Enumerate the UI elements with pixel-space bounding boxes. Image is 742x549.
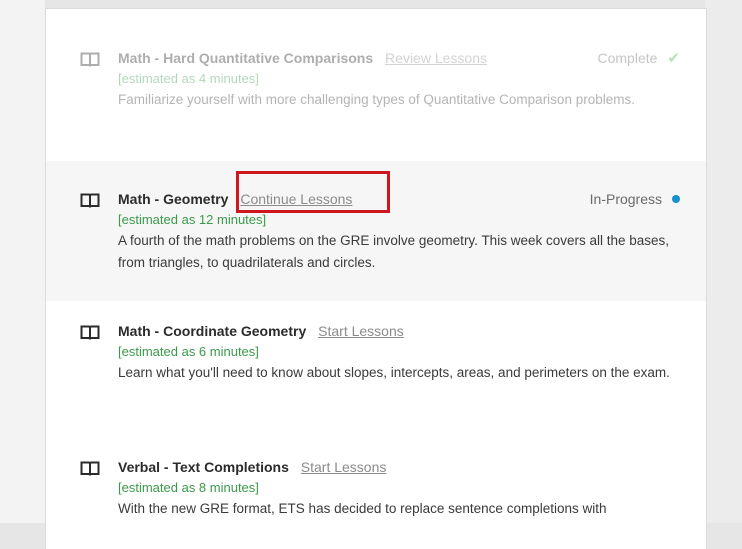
lesson-title: Math - Geometry [118, 191, 229, 207]
lesson-title: Math - Coordinate Geometry [118, 323, 307, 339]
lesson-description: With the new GRE format, ETS has decided… [118, 501, 607, 516]
dot-icon [672, 195, 680, 204]
lesson-estimate: [estimated as 6 minutes] [118, 344, 259, 359]
book-icon [80, 193, 100, 209]
lesson-status: Complete ✔ [598, 46, 681, 71]
lesson-list-panel: Math - Hard Quantitative Comparisons Rev… [45, 8, 707, 549]
left-margin [0, 0, 45, 523]
lesson-item-text-completions: Verbal - Text Completions Start Lessons … [46, 455, 706, 545]
status-label: In-Progress [589, 191, 662, 207]
book-icon [80, 325, 100, 341]
lesson-title-line: Math - Coordinate Geometry Start Lessons [118, 319, 680, 343]
lesson-title: Verbal - Text Completions [118, 459, 289, 475]
lesson-title: Math - Hard Quantitative Comparisons [118, 50, 374, 66]
lesson-description: Learn what you'll need to know about slo… [118, 365, 670, 380]
lesson-status: In-Progress [590, 187, 680, 211]
lesson-item-geometry: Math - Geometry Continue Lessons In-Prog… [46, 161, 706, 301]
lesson-estimate: [estimated as 8 minutes] [118, 480, 259, 495]
status-label: Complete [597, 50, 658, 66]
book-icon [80, 461, 100, 477]
lesson-title-line: Math - Geometry Continue Lessons In-Prog… [118, 187, 680, 211]
lesson-description: Familiarize yourself with more challengi… [118, 92, 635, 107]
start-lessons-link[interactable]: Start Lessons [301, 459, 387, 475]
lesson-item-hard-quantitative-comparisons: Math - Hard Quantitative Comparisons Rev… [46, 46, 706, 156]
continue-lessons-link[interactable]: Continue Lessons [240, 191, 352, 207]
lesson-item-coordinate-geometry: Math - Coordinate Geometry Start Lessons… [46, 319, 706, 429]
checkmark-icon: ✔ [667, 50, 680, 67]
lesson-estimate: [estimated as 4 minutes] [118, 71, 259, 86]
start-lessons-link[interactable]: Start Lessons [318, 323, 404, 339]
lesson-title-line: Verbal - Text Completions Start Lessons [118, 455, 680, 479]
right-margin [705, 0, 742, 523]
lesson-estimate: [estimated as 12 minutes] [118, 212, 267, 227]
review-lessons-link[interactable]: Review Lessons [385, 50, 487, 66]
lesson-title-line: Math - Hard Quantitative Comparisons Rev… [118, 46, 680, 70]
book-icon [80, 52, 100, 68]
lesson-description: A fourth of the math problems on the GRE… [118, 233, 670, 270]
